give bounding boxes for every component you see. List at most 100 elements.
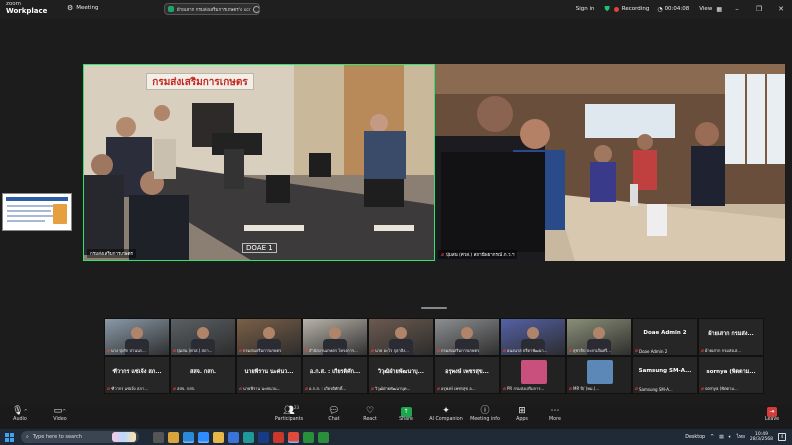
meeting-tab[interactable]: ⚙ Meeting [67,4,98,12]
shield-icon[interactable]: ⛊ [605,5,610,14]
react-button[interactable]: ♡ React [350,405,390,422]
app-icon-teal[interactable] [243,431,254,443]
video-tile-participant[interactable]: ⌀ ปุ่มสน (ศวส.) สถานีพยากรณ์ ภ.ว.ฯ [435,64,785,261]
screen-share-indicator[interactable]: ผ้ายเสาก กรมส่งเสริมการเกษตร's scr [164,3,260,15]
gallery-tile[interactable]: ⌀ กรมส่งเสริมการเกษตร [236,318,302,356]
video-tile-active-speaker[interactable]: กรมส่งเสริมการเกษตร DOAE 1 กรมส่งเสริมกา… [83,64,435,261]
gallery-tile[interactable]: อ.ก.ส. : เกียรติศัก... ⌀ อ.ก.ส. : เกียรติศ… [302,356,368,394]
search-icon: ⌕ [26,434,29,440]
view-menu-button[interactable]: View [699,6,712,12]
gallery-tile[interactable]: ⌀ ปุ่มสน (ศวส.) สถา... [170,318,236,356]
minimize-icon[interactable]: – [726,5,748,13]
ai-companion-button[interactable]: ✦ AI Companion [425,405,467,422]
gallery-tile[interactable]: ฑีวากร แซ่เจ้ง สภ... ⌀ ฑีวากร แซ่เจ้ง สภา.… [104,356,170,394]
sign-in-link[interactable]: Sign in [576,6,595,12]
gallery-tile[interactable]: Doae Admin 2 ⌀ Doae Admin 2 [632,318,698,356]
timer-icon: ◔ [657,5,663,13]
gallery-tile[interactable]: ⌀ สำนักงานเกษตร โครงการ... [302,318,368,356]
title-bar: zoom Workplace ⚙ Meeting ผ้ายเสาก กรมส่ง… [0,0,792,18]
participant-name-tag: ⌀ สุชาธิป ปะยาเส้นศรี... [569,347,611,354]
gallery-tile[interactable]: ผ้ายเสาก กรมส่ง... ⌀ ผ้ายเสาก กรมส่งเส... [698,318,764,356]
gallery-tile[interactable]: ⌀ MR ปี/ (ทม.)... [566,356,632,394]
volume-icon[interactable]: 🔈︎ [729,434,732,440]
resize-handle[interactable] [421,307,447,309]
tray-overflow-icon[interactable]: ^ [710,435,714,440]
task-view-icon[interactable] [153,431,164,443]
network-icon[interactable]: ▤ [719,435,724,440]
participants-button[interactable]: 👥︎ 23 Participants [269,405,309,422]
gallery-tile[interactable]: ⌀ PR กรมส่งเสริมการ... [500,356,566,394]
participant-name-tag: ⌀ กรมส่งเสริมการเกษตร [437,347,479,354]
participant-name-tag: กรมส่งเสริมการเกษตร [87,249,136,258]
share-pill-text: ผ้ายเสาก กรมส่งเสริมการเกษตร's scr [177,7,251,13]
participant-display-name: Doae Admin 2 [643,330,687,336]
language-indicator[interactable]: ไทย [737,433,745,441]
mic-muted-icon: ⌀ [441,251,445,258]
recording-label[interactable]: Recording [622,6,650,12]
gallery-tile[interactable]: Samsung SM-A... ⌀ Samsung SM-A... [632,356,698,394]
gallery-tile[interactable]: นายพีราน นะค่นว... ⌀ นายพีราน นะค่นวน... [236,356,302,394]
participant-name-tag: ⌀ วิวุฒิฝ่ายพัฒนาบุค... [371,385,410,392]
participant-name-tag: ⌀ MR ปี/ (ทม.)... [569,385,599,392]
more-button[interactable]: ⋯ More [535,405,575,422]
participant-name: อรุพงษ์ เพชรสุข อ... [441,386,476,391]
line-icon[interactable] [303,431,314,443]
acrobat-icon[interactable] [273,431,284,443]
taskbar-search-input[interactable]: ⌕ Type here to search [21,431,139,443]
copilot-icon[interactable] [168,431,179,443]
mic-muted-icon: ⌀ [371,385,375,392]
clock[interactable]: 10:49 28/3/2568 [750,432,773,443]
gallery-tile[interactable]: ⌀ นาย อะไร กุลาสิง... [368,318,434,356]
participant-name-tag: ⌀ สสจ. กสก. [173,385,195,392]
edge-icon[interactable] [183,431,194,443]
clock-date: 28/3/2568 [749,437,773,442]
participant-name-tag: ⌀ ผ้ายเสาก กรมส่งเส... [701,347,741,354]
mic-muted-icon: ⌀ [371,347,375,354]
participant-display-name: สสจ. กสก. [189,369,217,375]
photoshop-icon[interactable] [258,431,269,443]
view-grid-icon[interactable]: ▦ [716,6,722,13]
meeting-info-button[interactable]: ⓘ Meeting info [465,405,505,422]
excel-icon[interactable] [318,431,329,443]
mic-muted-icon: ⌀ [635,348,639,354]
leave-icon: ⇥ [767,407,777,417]
mic-muted-icon: ⌀ [503,385,507,392]
gallery-tile[interactable]: อรุพงษ์ เพชรสุข... ⌀ อรุพงษ์ เพชรสุข อ... [434,356,500,394]
avatar [521,360,547,384]
gallery-tile[interactable]: ⌀ อนงนาส ปรีดาพัฒนา... [500,318,566,356]
gallery-tile[interactable]: วิวุฒิฝ่ายพัฒนาบุ... ⌀ วิวุฒิฝ่ายพัฒนาบุค.… [368,356,434,394]
audio-button[interactable]: 🎙︎^ Audio [0,405,40,422]
meeting-toolbar: 🎙︎^ Audio ▭^ Video 👥︎ 23 Participants 💬︎… [0,405,792,428]
chrome-icon[interactable] [288,431,299,443]
participant-name-tag: ⌀ นาง ปุ่งรัก ปานนร... [107,347,146,354]
chat-button[interactable]: 💬︎ Chat [314,405,354,422]
zoom-app-icon[interactable] [198,431,209,443]
participant-display-name: ฑีวากร แซ่เจ้ง สภ... [112,369,162,375]
gallery-tile[interactable]: ⌀ สุชาธิป ปะยาเส้นศรี... [566,318,632,356]
zoom-window: zoom Workplace ⚙ Meeting ผ้ายเสาก กรมส่ง… [0,0,792,445]
brand-bottom: Workplace [6,7,48,15]
file-explorer-icon[interactable] [213,431,224,443]
gallery-tile[interactable]: sornya (พิตตาม... ⌀ sornya (พิตตาม... [698,356,764,394]
desktop-toolbar-label[interactable]: Desktop [685,435,705,440]
gallery-tile[interactable]: สสจ. กสก. ⌀ สสจ. กสก. [170,356,236,394]
leave-button[interactable]: ⇥ Leave [752,405,792,422]
gallery-tile[interactable]: ⌀ นาง ปุ่งรัก ปานนร... [104,318,170,356]
meeting-hall-scene [435,64,785,261]
close-icon[interactable]: ✕ [770,5,792,13]
title-bar-right: Sign in ⛊ Recording ◔ 00:04:08 View ▦ – … [576,0,792,18]
mic-muted-icon: ⌀ [305,347,309,354]
meeting-timer: 00:04:08 [664,6,690,12]
chat-icon: 💬︎ [328,406,340,416]
video-button[interactable]: ▭^ Video [40,405,80,422]
windows-start-icon[interactable] [5,432,14,442]
gallery-tile[interactable]: ⌀ กรมส่งเสริมการเกษตร [434,318,500,356]
shared-screen-thumbnail[interactable] [2,193,72,231]
maximize-icon[interactable]: ❐ [748,5,770,13]
mail-icon[interactable] [228,431,239,443]
share-button[interactable]: ↑ Share [386,405,426,422]
notification-icon[interactable]: 4 [778,433,786,441]
participant-name-tag: ⌀ PR กรมส่งเสริมการ... [503,385,544,392]
participant-name-tag: ⌀ sornya (พิตตาม... [701,385,738,392]
stop-share-icon[interactable] [253,5,259,13]
